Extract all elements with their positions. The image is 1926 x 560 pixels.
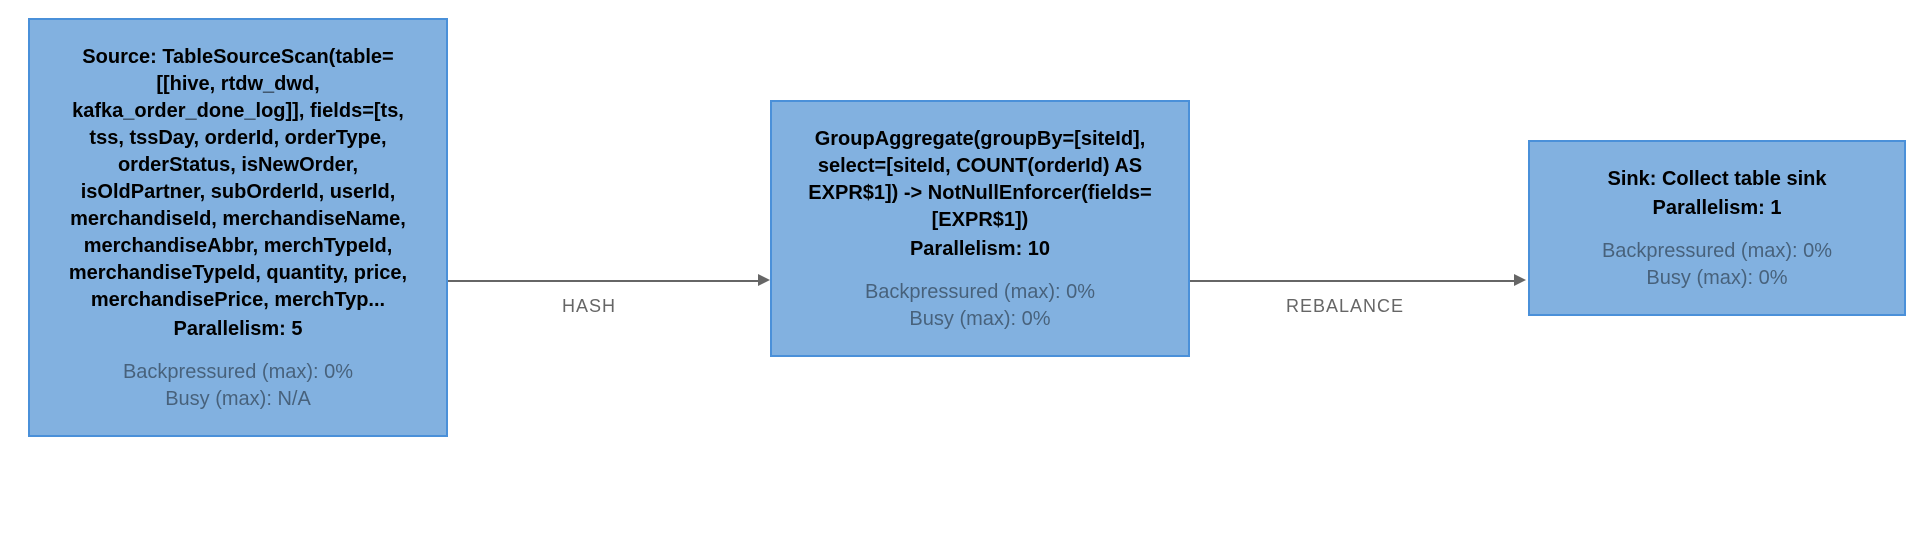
arrowhead-icon <box>758 274 770 286</box>
edge-rebalance <box>1190 280 1516 282</box>
node-title: GroupAggregate(groupBy=[siteId], select=… <box>796 126 1164 234</box>
node-parallelism: Parallelism: 10 <box>796 238 1164 261</box>
node-aggregate[interactable]: GroupAggregate(groupBy=[siteId], select=… <box>770 100 1190 357</box>
node-sink[interactable]: Sink: Collect table sink Parallelism: 1 … <box>1528 140 1906 316</box>
edge-label: HASH <box>562 296 616 317</box>
node-backpressure: Backpressured (max): 0% <box>796 281 1164 304</box>
node-backpressure: Backpressured (max): 0% <box>1554 240 1880 263</box>
arrowhead-icon <box>1514 274 1526 286</box>
node-busy: Busy (max): N/A <box>54 388 422 411</box>
node-title: Sink: Collect table sink <box>1554 166 1880 193</box>
edge-label: REBALANCE <box>1286 296 1404 317</box>
node-busy: Busy (max): 0% <box>796 308 1164 331</box>
node-busy: Busy (max): 0% <box>1554 267 1880 290</box>
node-source[interactable]: Source: TableSourceScan(table=[[hive, rt… <box>28 18 448 437</box>
node-backpressure: Backpressured (max): 0% <box>54 361 422 384</box>
node-parallelism: Parallelism: 5 <box>54 318 422 341</box>
edge-hash <box>448 280 760 282</box>
node-title: Source: TableSourceScan(table=[[hive, rt… <box>54 44 422 314</box>
node-parallelism: Parallelism: 1 <box>1554 197 1880 220</box>
